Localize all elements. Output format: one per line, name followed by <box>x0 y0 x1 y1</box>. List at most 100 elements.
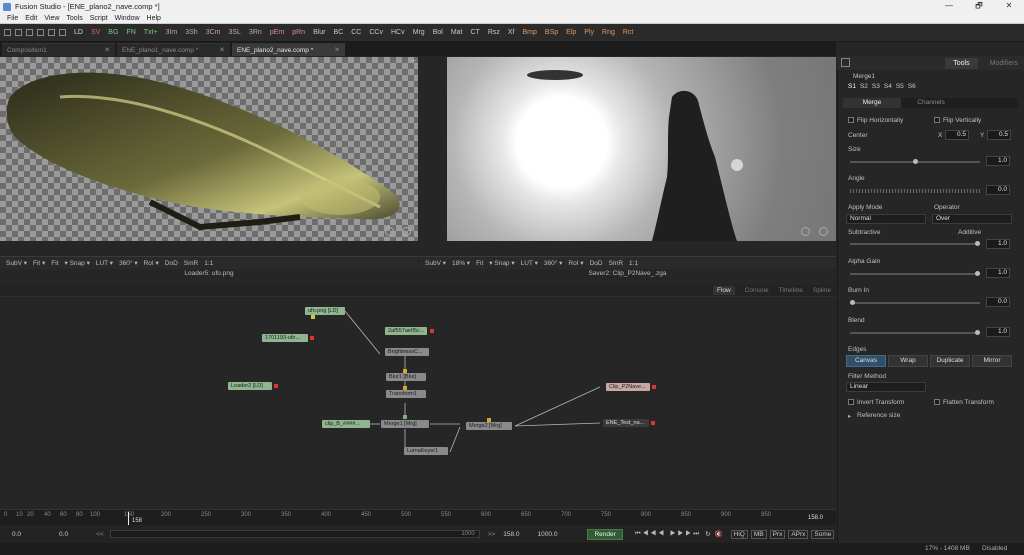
roi-dropdown[interactable]: RoI ▾ <box>144 259 159 267</box>
tool-mrg[interactable]: Mrg <box>413 29 425 36</box>
tool-hcv[interactable]: HCv <box>391 29 405 36</box>
minimize-button[interactable]: — <box>935 0 963 13</box>
toggle-hiq[interactable]: HiQ <box>730 529 748 539</box>
node-brightness[interactable]: BrightnessC... <box>385 348 429 356</box>
edges-wrap-button[interactable]: Wrap <box>888 355 928 367</box>
tool-rsz[interactable]: Rsz <box>488 29 500 36</box>
tool-ct[interactable]: CT <box>470 29 479 36</box>
node-lumakeyer[interactable]: LumaKeyer1 <box>404 447 448 455</box>
menu-script[interactable]: Script <box>90 15 108 22</box>
flip-h-checkbox[interactable] <box>848 117 854 123</box>
menu-window[interactable]: Window <box>115 15 140 22</box>
node-2af557[interactable]: 2af557ae05c... <box>385 327 427 335</box>
menu-tools[interactable]: Tools <box>66 15 82 22</box>
blend-field[interactable]: 1.0 <box>986 327 1010 337</box>
zoom-dropdown[interactable]: 18% ▾ <box>452 259 470 267</box>
tab-timeline[interactable]: Timeline <box>779 287 803 294</box>
flow-area[interactable]: ufo.png [LD] 2af557ae05c... 1701193-ufo.… <box>0 297 836 509</box>
slider-knob[interactable] <box>850 300 855 305</box>
lut-dropdown[interactable]: LUT ▾ <box>96 259 113 267</box>
range-slider[interactable]: 1000 <box>109 530 480 538</box>
timeline-ruler[interactable]: 0 10 20 40 60 80 100 150 200 250 300 350… <box>0 509 836 525</box>
center-x-field[interactable]: 0.5 <box>945 130 969 140</box>
node-merge1[interactable]: Merge1 [Mrg] <box>381 420 429 428</box>
node-blur[interactable]: Blur1 [Blur] <box>386 373 426 381</box>
slider-knob[interactable] <box>913 159 918 164</box>
slot-s4[interactable]: S4 <box>884 83 892 90</box>
node-1701193[interactable]: 1701193-ufo... <box>262 334 308 342</box>
tool-bsp[interactable]: BSp <box>545 29 558 36</box>
tab-plano2[interactable]: ENE_plano2_nave.comp * ✕ <box>232 43 345 56</box>
edges-canvas-button[interactable]: Canvas <box>846 355 886 367</box>
subadd-field[interactable]: 1.0 <box>986 239 1010 249</box>
tool-fn[interactable]: FN <box>126 29 135 36</box>
dod-button[interactable]: DoD <box>165 260 178 267</box>
subtab-merge[interactable]: Merge <box>843 98 901 108</box>
filter-method-dropdown[interactable]: Linear <box>846 382 926 392</box>
mic-icon[interactable] <box>385 227 394 236</box>
tab-composition1[interactable]: Composition1 ✕ <box>2 43 115 56</box>
tool-blur[interactable]: Blur <box>313 29 325 36</box>
toolbar-save-icon[interactable] <box>59 29 66 36</box>
smr-button[interactable]: SmR <box>609 260 623 267</box>
viewer-right[interactable] <box>447 57 836 241</box>
tab-flow[interactable]: Flow <box>713 286 735 295</box>
tab-tools[interactable]: Tools <box>945 57 978 69</box>
toolbar-frame-icon[interactable] <box>48 29 55 36</box>
size-slider[interactable] <box>850 159 980 164</box>
close-icon[interactable]: ✕ <box>334 46 340 54</box>
node-saver[interactable]: Clip_P2Nave... <box>606 383 650 391</box>
toolbar-box-icon[interactable] <box>37 29 44 36</box>
tool-rng[interactable]: Rng <box>602 29 615 36</box>
rewind-range-icon[interactable]: << <box>96 531 104 538</box>
tool-pem[interactable]: pEm <box>270 29 284 36</box>
fit-dropdown[interactable]: Fit ▾ <box>33 259 45 267</box>
slot-s5[interactable]: S5 <box>896 83 904 90</box>
tool-3rn[interactable]: 3Rn <box>249 29 262 36</box>
tool-bc[interactable]: BC <box>334 29 344 36</box>
subadd-slider[interactable] <box>850 241 980 246</box>
global-start-field[interactable]: 0.0 <box>12 531 21 538</box>
slider-knob[interactable] <box>975 241 980 246</box>
360-dropdown[interactable]: 360° ▾ <box>119 259 138 267</box>
menu-help[interactable]: Help <box>147 15 161 22</box>
dod-button[interactable]: DoD <box>590 260 603 267</box>
render-start-field[interactable]: 0.0 <box>59 531 68 538</box>
node-merge2[interactable]: Merge2 [Mrg] <box>466 422 512 430</box>
current-time-field[interactable]: 158.0 <box>503 531 519 538</box>
alpha-gain-field[interactable]: 1.0 <box>986 268 1010 278</box>
tool-bg[interactable]: BG <box>108 29 118 36</box>
tool-3sl[interactable]: 3SL <box>229 29 241 36</box>
playback-controls[interactable]: ⏮◀◀◀ ▶▶▶⏭ <box>635 530 701 538</box>
playhead[interactable] <box>128 512 129 525</box>
menu-view[interactable]: View <box>44 15 59 22</box>
slot-s3[interactable]: S3 <box>872 83 880 90</box>
fit-button[interactable]: Fit <box>476 260 483 267</box>
refresh-icon[interactable] <box>402 227 411 236</box>
flatten-transform-checkbox[interactable] <box>934 399 940 405</box>
slider-knob[interactable] <box>975 271 980 276</box>
tool-sv[interactable]: SV <box>91 29 100 36</box>
center-y-field[interactable]: 0.5 <box>987 130 1011 140</box>
slot-s2[interactable]: S2 <box>860 83 868 90</box>
edges-mirror-button[interactable]: Mirror <box>972 355 1012 367</box>
invert-transform-checkbox[interactable] <box>848 399 854 405</box>
tool-bmp[interactable]: Bmp <box>523 29 537 36</box>
tab-spline[interactable]: Spline <box>813 287 831 294</box>
menu-edit[interactable]: Edit <box>25 15 37 22</box>
toggle-aprx[interactable]: APrx <box>788 529 809 539</box>
angle-slider[interactable] <box>850 189 980 193</box>
node-transform[interactable]: Transform1 <box>386 390 426 398</box>
node-clip-b[interactable]: clip_B_####... <box>322 420 370 428</box>
apply-mode-dropdown[interactable]: Normal <box>846 214 926 224</box>
mic-icon[interactable] <box>801 227 810 236</box>
node-loader2[interactable]: Loader2 [LD] <box>228 382 272 390</box>
node-ufo-loader[interactable]: ufo.png [LD] <box>305 307 345 315</box>
close-icon[interactable]: ✕ <box>104 46 110 54</box>
tool-txt[interactable]: Txt+ <box>144 29 158 36</box>
subview-dropdown[interactable]: SubV ▾ <box>425 259 446 267</box>
close-button[interactable]: ✕ <box>995 0 1023 13</box>
operator-dropdown[interactable]: Over <box>932 214 1012 224</box>
menu-file[interactable]: File <box>7 15 18 22</box>
tool-3im[interactable]: 3Im <box>166 29 178 36</box>
